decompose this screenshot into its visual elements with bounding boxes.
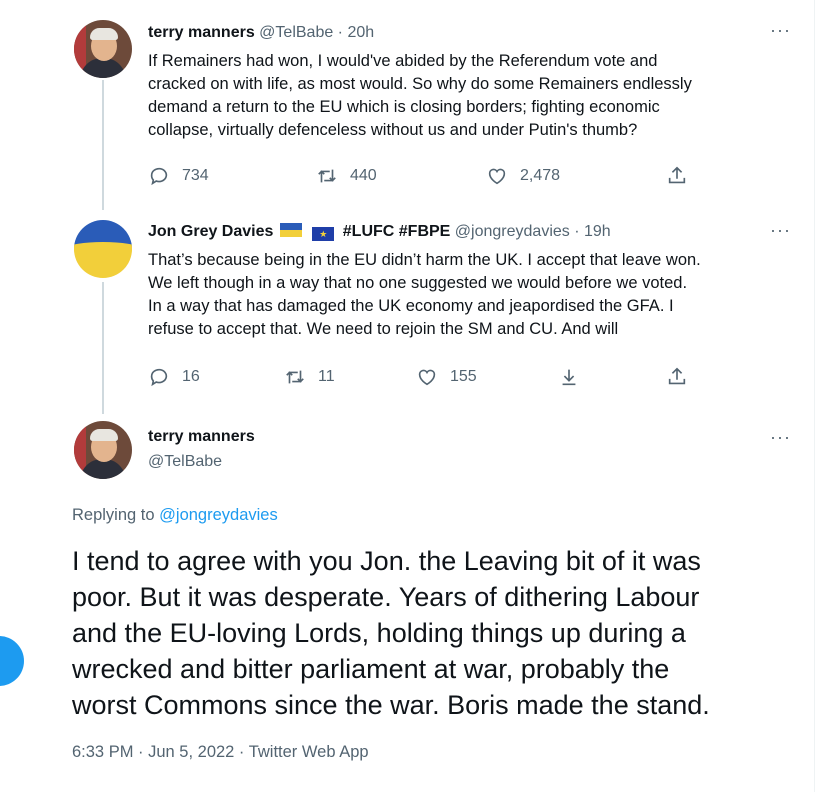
like-button[interactable]: 155 [416,366,477,388]
tweet-timestamp[interactable]: 6:33 PM · Jun 5, 2022 · Twitter Web App [72,743,369,762]
retweet-button[interactable]: 440 [316,165,377,187]
reply-count: 16 [182,368,200,385]
author-name[interactable]: Jon Grey Davies [148,223,273,240]
share-icon [668,367,686,385]
ukraine-flag-icon [279,223,302,237]
replying-to: Replying to @jongreydavies [72,506,278,524]
like-count: 2,478 [520,167,561,184]
retweet-count: 440 [350,167,377,184]
author-handle[interactable]: @TelBabe [259,24,333,41]
thread-line [102,282,104,414]
avatar[interactable] [74,421,132,479]
download-button[interactable] [558,366,580,388]
retweet-icon [286,370,304,384]
reply-icon [150,368,168,387]
heart-icon [488,168,506,185]
share-button[interactable] [666,366,688,388]
tweet-time[interactable]: 19h [584,223,611,240]
tweet-text: That’s because being in the EU didn’t ha… [148,251,701,338]
share-button[interactable] [666,165,688,187]
tweet-time[interactable]: 20h [347,24,374,41]
separator: · [569,223,584,240]
reply-button[interactable]: 734 [148,165,209,187]
retweet-icon [318,169,336,183]
tweet-header: terry manners @TelBabe · 20h [148,24,374,42]
main-tweet-text: I tend to agree with you Jon. the Leavin… [72,546,710,720]
share-icon [668,166,686,184]
tweet-text: If Remainers had won, I would've abided … [148,52,692,139]
eu-flag-icon: ★ [312,227,335,241]
thread-line [102,80,104,210]
author-name-suffix: #LUFC #FBPE [342,223,451,240]
separator: · [333,24,348,41]
more-icon[interactable]: ··· [770,427,791,448]
reply-icon [150,167,168,186]
retweet-count: 11 [318,368,335,385]
author-handle[interactable]: @jongreydavies [455,223,570,240]
avatar[interactable] [74,220,132,278]
replying-to-link[interactable]: @jongreydavies [159,506,278,524]
tweet-header: Jon Grey Davies ★ #LUFC #FBPE @jongreyda… [148,223,611,241]
avatar[interactable] [74,20,132,78]
more-icon[interactable]: ··· [770,220,791,241]
reply-button[interactable]: 16 [148,366,200,388]
author-name[interactable]: terry manners [148,24,255,41]
like-count: 155 [450,368,477,385]
like-button[interactable]: 2,478 [486,165,560,187]
author-handle[interactable]: @TelBabe [148,453,222,471]
reply-count: 734 [182,167,209,184]
more-icon[interactable]: ··· [770,20,791,41]
author-name[interactable]: terry manners [148,428,255,446]
download-icon [562,369,576,386]
column-border [814,0,815,792]
heart-icon [418,369,436,386]
retweet-button[interactable]: 11 [284,366,335,388]
